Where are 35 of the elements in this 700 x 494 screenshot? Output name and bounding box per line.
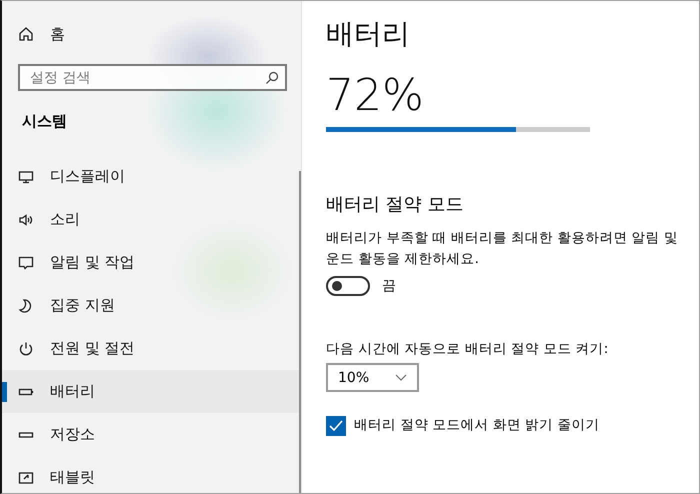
search-input[interactable]: 설정 검색 (28, 68, 265, 86)
tablet-icon (18, 470, 34, 486)
section-heading: 배터리 절약 모드 (326, 193, 464, 216)
nav-item[interactable]: 태블릿 (2, 456, 301, 493)
nav-item[interactable]: 알림 및 작업 (2, 241, 301, 284)
moon-icon (18, 298, 34, 314)
home-link[interactable]: 홈 (2, 21, 301, 47)
search-field[interactable]: 설정 검색 (18, 64, 287, 91)
nav-item[interactable]: 저장소 (2, 413, 301, 456)
monitor-icon (18, 168, 34, 184)
search-icon (265, 70, 279, 84)
chevron-icon (395, 374, 407, 381)
selection-marker (2, 382, 7, 402)
nav-item[interactable]: 전원 및 절전 (2, 327, 301, 370)
nav-item[interactable]: 집중 지원 (2, 284, 301, 327)
auto-label: 다음 시간에 자동으로 배터리 절약 모드 켜기: (326, 340, 610, 359)
checkbox[interactable] (326, 416, 346, 436)
power-icon (18, 340, 34, 356)
checkmark-icon (329, 420, 343, 432)
nav-item[interactable]: 디스플레이 (2, 155, 301, 198)
toggle-switch[interactable] (326, 276, 370, 296)
message-icon (18, 254, 34, 270)
nav-item[interactable]: 소리 (2, 198, 301, 241)
scrollbar[interactable] (299, 171, 301, 493)
description-text: 배터리가 부족할 때 배터리를 최대한 활용하려면 알림 및 (326, 229, 680, 248)
toggle-label: 끔 (382, 277, 396, 295)
page-title: 배터리 (326, 16, 411, 52)
threshold-dropdown[interactable]: 10% (326, 363, 419, 392)
home-icon (18, 26, 34, 42)
checkbox-label: 배터리 절약 모드에서 화면 밝기 줄이기 (354, 416, 600, 435)
section-title: 시스템 (21, 111, 68, 132)
battery-percent: 72% (326, 71, 425, 121)
description-text: 운드 활동을 제한하세요. (326, 250, 480, 269)
nav-item[interactable]: 배터리 (2, 370, 301, 413)
speaker-icon (18, 212, 34, 228)
